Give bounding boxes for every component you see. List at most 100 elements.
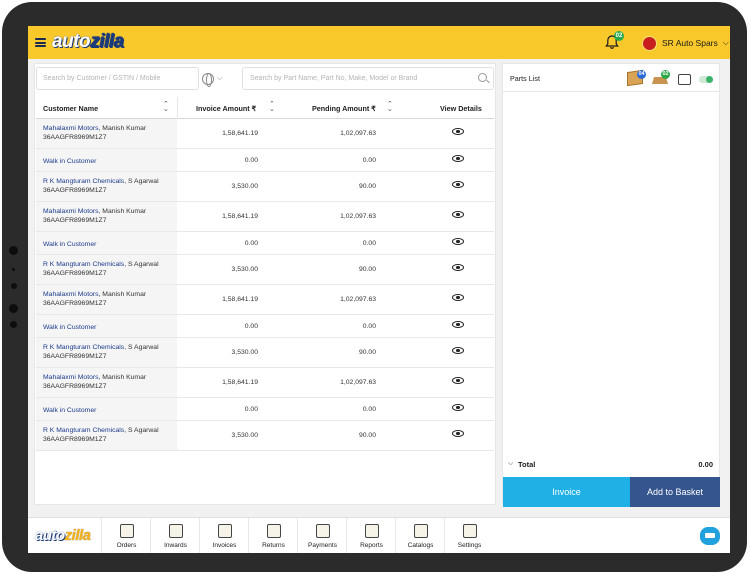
customer-name-link[interactable]: R K Mangturam Chemicals [43,344,124,351]
footer-logo[interactable]: autozilla [35,527,91,544]
customer-contact: , Manish Kumar [98,208,147,215]
table-row[interactable]: Walk in Customer 0.00 0.00 [36,315,494,338]
nav-label: Orders [116,542,137,549]
customer-contact: , S Agarwal [124,261,159,268]
view-details-eye-icon[interactable] [452,211,464,218]
chevron-down-icon: ⌵ [217,75,223,82]
part-search-placeholder: Search by Part Name, Part No, Make, Mode… [250,75,418,82]
customer-info: Mahalaxmi Motors, Manish Kumar 36AAGFR896… [43,373,146,391]
table-row[interactable]: Mahalaxmi Motors, Manish Kumar 36AAGFR896… [36,285,494,315]
pending-amount: 90.00 [358,183,376,190]
add-to-basket-button[interactable]: Add to Basket [630,477,720,507]
view-details-eye-icon[interactable] [452,404,464,411]
view-details-eye-icon[interactable] [452,377,464,384]
nav-item-catalogs[interactable]: Catalogs [395,518,444,553]
view-details-eye-icon[interactable] [452,321,464,328]
notification-bell-icon[interactable]: 02 [604,31,624,50]
view-details-eye-icon[interactable] [452,430,464,437]
column-divider [177,97,178,119]
nav-item-inwards[interactable]: Inwards [150,518,199,553]
table-row[interactable]: Walk in Customer 0.00 0.00 [36,232,494,255]
table-row[interactable]: Mahalaxmi Motors, Manish Kumar 36AAGFR896… [36,368,494,398]
table-row[interactable]: R K Mangturam Chemicals, S Agarwal 36AAGF… [36,421,494,451]
view-details-eye-icon[interactable] [452,347,464,354]
chevron-down-icon[interactable]: ⌵ [508,460,513,468]
table-row[interactable]: Walk in Customer 0.00 0.00 [36,149,494,172]
pending-amount: 1,02,097.63 [340,296,376,303]
header-invoice-amount[interactable]: Invoice Amount ₹ [196,104,256,113]
customer-name-link[interactable]: Mahalaxmi Motors [43,208,99,215]
nav-item-payments[interactable]: Payments [297,518,346,553]
table-row[interactable]: Walk in Customer 0.00 0.00 [36,398,494,421]
customer-name-link[interactable]: Mahalaxmi Motors [43,291,99,298]
customer-name-link[interactable]: Walk in Customer [43,241,96,248]
sort-icon[interactable]: ⌃ ⌄ [163,101,169,113]
total-label: Total [518,460,536,469]
nav-label: Invoices [212,542,237,549]
header-customer-name[interactable]: Customer Name [43,104,98,113]
sort-icon[interactable]: ⌃ ⌄ [269,101,275,113]
customer-search-input[interactable]: Search by Customer / GSTIN / Mobile [36,67,199,90]
customer-name-link[interactable]: R K Mangturam Chemicals [43,178,124,185]
table-row[interactable]: Mahalaxmi Motors, Manish Kumar 36AAGFR896… [36,202,494,232]
nav-item-invoices[interactable]: Invoices [199,518,248,553]
nav-item-orders[interactable]: Orders [101,518,150,553]
store-selector[interactable]: SR Auto Spars ⌵ [642,35,729,51]
view-details-eye-icon[interactable] [452,264,464,271]
table-header: Customer Name ⌃ ⌄ Invoice Amount ₹ ⌃ ⌄ Pen… [36,97,494,119]
customer-info: R K Mangturam Chemicals, S Agarwal 36AAGF… [43,260,159,278]
parts-toggle[interactable] [699,76,713,83]
customer-name-link[interactable]: Walk in Customer [43,407,96,414]
customer-name-link[interactable]: Mahalaxmi Motors [43,125,99,132]
table-row[interactable]: R K Mangturam Chemicals, S Agarwal 36AAGF… [36,255,494,285]
header-view-details: View Details [440,104,482,113]
nav-item-settings[interactable]: Settings [444,518,493,553]
view-details-eye-icon[interactable] [452,181,464,188]
pending-amount: 0.00 [362,240,376,247]
invoice-amount: 0.00 [244,157,258,164]
customer-info: Mahalaxmi Motors, Manish Kumar 36AAGFR896… [43,290,146,308]
printer-icon[interactable] [678,74,691,85]
region-selector[interactable]: ⌵ [202,70,232,88]
view-details-eye-icon[interactable] [452,294,464,301]
chat-icon[interactable] [700,527,720,545]
tablet-frame: autozilla 02 SR Auto Spars ⌵ Search by C… [2,2,747,572]
customer-panel: Search by Customer / GSTIN / Mobile ⌵ Se… [34,63,496,505]
nav-item-returns[interactable]: Returns [248,518,297,553]
sort-icon[interactable]: ⌃ ⌄ [387,101,393,113]
customer-name-link[interactable]: Mahalaxmi Motors [43,374,99,381]
invoice-amount: 3,530.00 [231,266,258,273]
customer-gstin: 36AAGFR8969M1Z7 [43,134,107,141]
nav-item-reports[interactable]: Reports [346,518,395,553]
notification-count: 02 [614,31,624,41]
header-pending-amount[interactable]: Pending Amount ₹ [312,104,376,113]
total-value: 0.00 [698,460,713,469]
view-details-eye-icon[interactable] [452,155,464,162]
customer-name-link[interactable]: R K Mangturam Chemicals [43,427,124,434]
customer-info: R K Mangturam Chemicals, S Agarwal 36AAGF… [43,343,159,361]
customer-gstin: 36AAGFR8969M1Z7 [43,353,107,360]
invoice-amount: 1,58,641.19 [222,296,258,303]
orders-icon [120,524,134,538]
invoice-amount: 1,58,641.19 [222,130,258,137]
table-row[interactable]: R K Mangturam Chemicals, S Agarwal 36AAGF… [36,338,494,368]
customer-name-link[interactable]: Walk in Customer [43,158,96,165]
device-button [12,268,15,271]
menu-icon[interactable] [35,38,46,47]
table-row[interactable]: Mahalaxmi Motors, Manish Kumar 36AAGFR896… [36,119,494,149]
pending-amount: 1,02,097.63 [340,379,376,386]
customer-name-link[interactable]: R K Mangturam Chemicals [43,261,124,268]
search-icon[interactable] [478,73,487,82]
invoice-amount: 3,530.00 [231,183,258,190]
part-search-input[interactable]: Search by Part Name, Part No, Make, Mode… [242,67,494,90]
customer-name-link[interactable]: Walk in Customer [43,324,96,331]
invoice-button[interactable]: Invoice [503,477,630,507]
view-details-eye-icon[interactable] [452,128,464,135]
table-row[interactable]: R K Mangturam Chemicals, S Agarwal 36AAGF… [36,172,494,202]
app-logo[interactable]: autozilla [52,31,124,53]
view-details-eye-icon[interactable] [452,238,464,245]
total-row[interactable]: ⌵ Total 0.00 [503,457,719,473]
store-logo-icon [642,35,657,51]
invoice-amount: 3,530.00 [231,432,258,439]
customer-info: Walk in Customer [43,406,96,415]
